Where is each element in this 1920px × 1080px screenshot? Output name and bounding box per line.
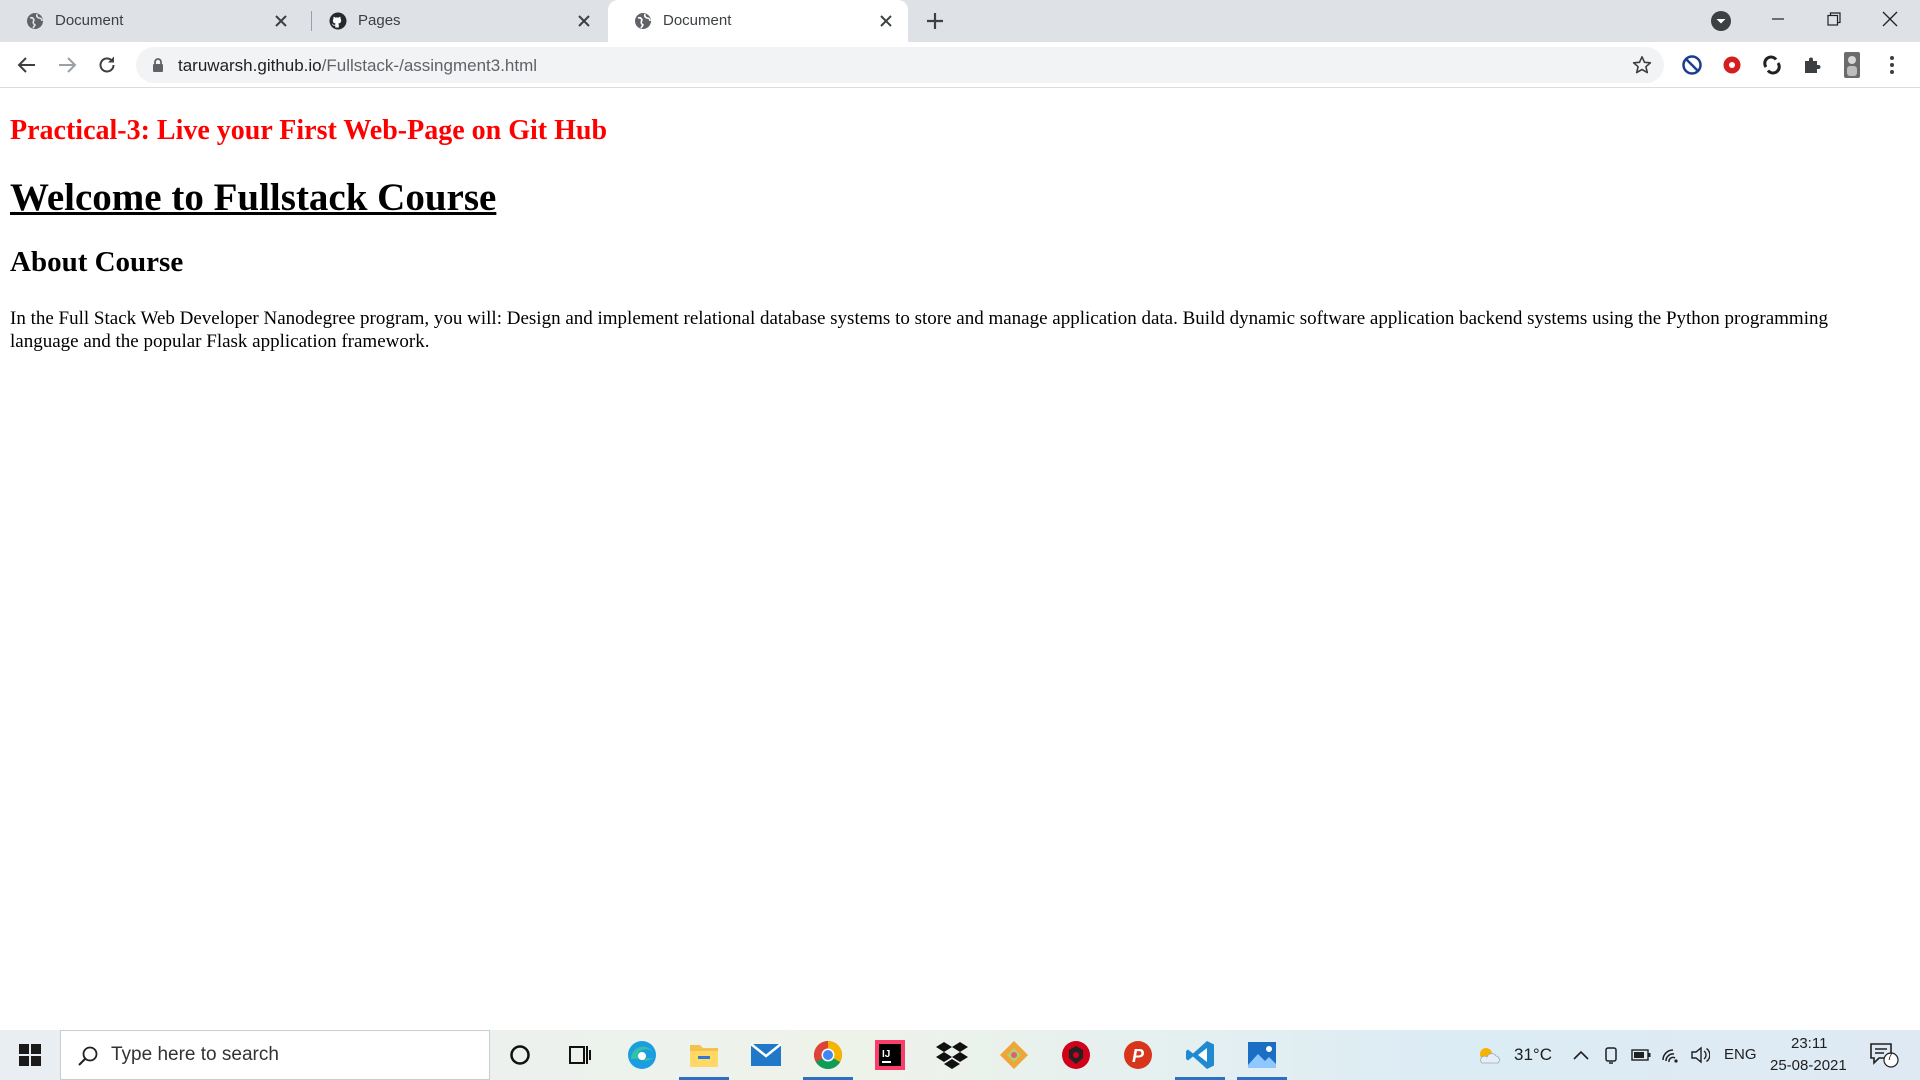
extension-blocker-button[interactable] (1680, 53, 1704, 77)
minimize-icon (1772, 18, 1784, 20)
web-page-content: Practical-3: Live your First Web-Page on… (0, 89, 1920, 1030)
language-indicator[interactable]: ENG (1724, 1046, 1757, 1063)
clock-time[interactable]: 23:11 (1791, 1035, 1827, 1052)
wifi-icon[interactable] (1661, 1045, 1681, 1065)
tab-pages[interactable]: Pages (303, 0, 606, 42)
dropbox-icon[interactable] (934, 1037, 970, 1073)
welcome-heading: Welcome to Fullstack Course (10, 176, 497, 219)
forward-button[interactable] (52, 50, 82, 80)
globe-icon (635, 13, 651, 29)
postman-icon[interactable]: P (1120, 1037, 1156, 1073)
close-tab-icon[interactable] (271, 11, 291, 31)
weather-temperature[interactable]: 31°C (1514, 1045, 1552, 1065)
extension-record-button[interactable] (1720, 53, 1744, 77)
svg-text:P: P (1132, 1046, 1145, 1066)
about-paragraph: In the Full Stack Web Developer Nanodegr… (10, 308, 1828, 352)
address-bar[interactable]: taruwarsh.github.io/Fullstack-/assingmen… (136, 47, 1664, 83)
tab-document-1[interactable]: Document (0, 0, 303, 42)
record-icon (1723, 56, 1741, 74)
restore-icon (1827, 12, 1841, 26)
cortana-icon[interactable] (502, 1037, 538, 1073)
sync-icon (1763, 55, 1781, 75)
notification-count-badge: 7 (1887, 1052, 1893, 1063)
practical-heading: Practical-3: Live your First Web-Page on… (10, 115, 608, 146)
bitwarden-icon[interactable] (1058, 1037, 1094, 1073)
puzzle-icon (1805, 57, 1821, 73)
close-window-button[interactable] (1862, 0, 1918, 38)
intellij-icon[interactable]: IJ (872, 1037, 908, 1073)
start-button[interactable] (0, 1030, 60, 1080)
battery-icon[interactable] (1631, 1045, 1651, 1065)
svg-text:IJ: IJ (882, 1049, 890, 1060)
clock-date[interactable]: 25-08-2021 (1770, 1057, 1847, 1074)
extensions-button[interactable] (1800, 53, 1824, 77)
git-icon[interactable] (996, 1037, 1032, 1073)
reload-icon (99, 56, 115, 73)
weather-icon[interactable] (1476, 1045, 1502, 1065)
edge-icon[interactable] (624, 1037, 660, 1073)
tab-search-button[interactable] (1710, 10, 1732, 32)
github-icon (329, 12, 347, 30)
search-icon (78, 1046, 98, 1066)
search-placeholder: Type here to search (111, 1044, 279, 1065)
profile-button[interactable] (1840, 52, 1864, 78)
notification-icon (1870, 1043, 1899, 1068)
volume-icon[interactable] (1690, 1045, 1710, 1065)
more-vertical-icon (1890, 56, 1894, 74)
arrow-left-icon (17, 57, 35, 73)
vscode-icon[interactable] (1182, 1037, 1218, 1073)
chrome-icon[interactable] (810, 1037, 846, 1073)
plus-icon (927, 13, 943, 29)
url-host: taruwarsh.github.io (178, 56, 322, 75)
windows-taskbar: Type here to search IJ P 31°C ENG 23:11 … (0, 1030, 1920, 1080)
tab-title: Pages (358, 12, 401, 29)
device-icon[interactable] (1601, 1045, 1621, 1065)
task-view-icon[interactable] (562, 1037, 598, 1073)
block-icon (1682, 55, 1702, 75)
windows-logo-icon (19, 1044, 41, 1066)
lock-icon (153, 58, 163, 72)
new-tab-button[interactable] (922, 8, 948, 34)
avatar (1844, 52, 1860, 78)
chevron-up-icon[interactable] (1571, 1045, 1591, 1065)
taskbar-search-box[interactable]: Type here to search (60, 1030, 490, 1080)
globe-icon (27, 13, 43, 29)
bookmark-star-icon[interactable] (1632, 55, 1652, 75)
tab-title: Document (663, 12, 732, 29)
file-explorer-icon[interactable] (686, 1037, 722, 1073)
menu-button[interactable] (1880, 53, 1904, 77)
minimize-button[interactable] (1750, 0, 1806, 38)
browser-tab-strip: Document Pages Document (0, 0, 1920, 42)
arrow-right-icon (59, 57, 77, 73)
photos-icon[interactable] (1244, 1037, 1280, 1073)
about-heading: About Course (10, 246, 184, 278)
reload-button[interactable] (92, 50, 122, 80)
tab-document-active[interactable]: Document (608, 0, 908, 42)
notification-center-button[interactable]: 7 (1869, 1042, 1899, 1068)
close-icon (1882, 11, 1898, 27)
chevron-down-circle-icon (1711, 11, 1731, 31)
browser-toolbar: taruwarsh.github.io/Fullstack-/assingmen… (0, 42, 1920, 88)
extension-sync-button[interactable] (1760, 53, 1784, 77)
mail-icon[interactable] (748, 1037, 784, 1073)
close-tab-icon[interactable] (876, 11, 896, 31)
close-tab-icon[interactable] (574, 11, 594, 31)
restore-button[interactable] (1806, 0, 1862, 38)
url-text: taruwarsh.github.io/Fullstack-/assingmen… (178, 56, 537, 76)
back-button[interactable] (12, 50, 42, 80)
url-path: /Fullstack-/assingment3.html (321, 56, 538, 75)
tab-title: Document (55, 12, 124, 29)
